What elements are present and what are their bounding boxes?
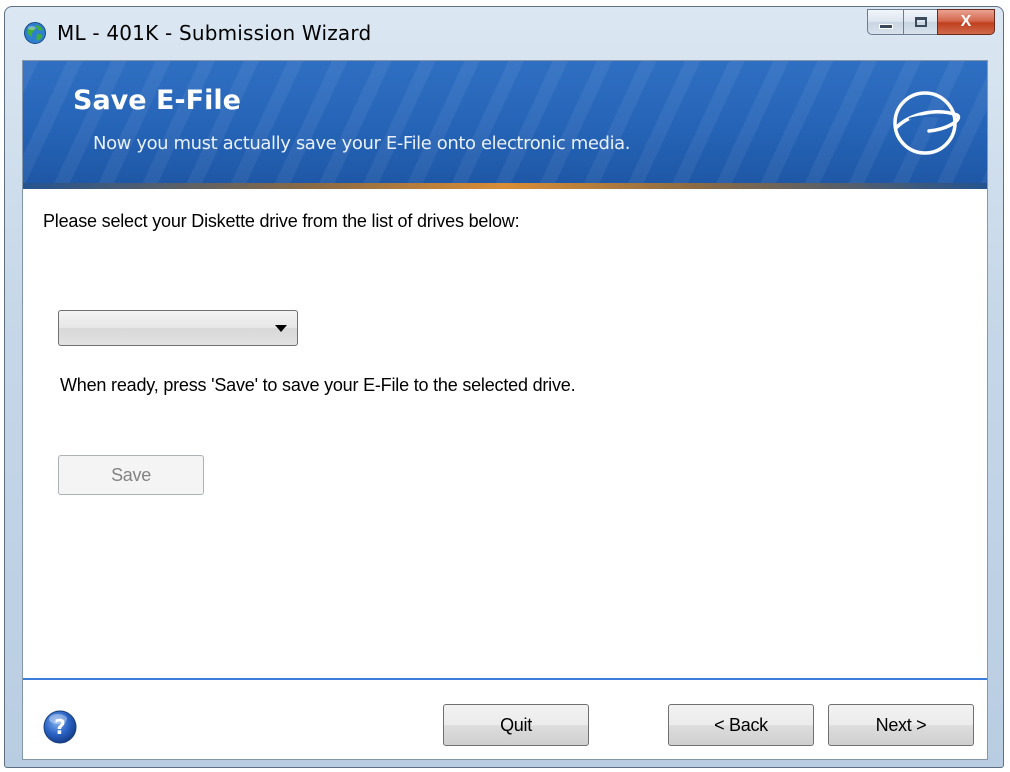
maximize-button[interactable] xyxy=(903,9,937,35)
page-title: Save E-File xyxy=(73,85,241,116)
back-button-label: < Back xyxy=(714,714,768,735)
quit-button-label: Quit xyxy=(500,714,532,735)
quit-button[interactable]: Quit xyxy=(443,704,589,746)
drive-select[interactable] xyxy=(58,310,298,346)
wizard-window: ML - 401K - Submission Wizard X Save E-F… xyxy=(4,6,1004,768)
page-subtitle: Now you must actually save your E-File o… xyxy=(93,133,631,154)
ready-text: When ready, press 'Save' to save your E-… xyxy=(60,375,576,395)
next-button-label: Next > xyxy=(875,714,927,735)
header-banner: Save E-File Now you must actually save y… xyxy=(23,61,987,189)
banner-accent-stripe xyxy=(23,183,987,189)
back-button[interactable]: < Back xyxy=(668,704,814,746)
chevron-down-icon xyxy=(275,325,287,332)
next-button[interactable]: Next > xyxy=(828,704,974,746)
svg-text:?: ? xyxy=(54,715,66,739)
caption-buttons: X xyxy=(867,9,995,35)
minimize-icon xyxy=(878,23,893,29)
footer-divider xyxy=(23,678,987,680)
close-button[interactable]: X xyxy=(937,9,995,35)
help-icon[interactable]: ? xyxy=(42,709,78,745)
minimize-button[interactable] xyxy=(867,9,903,35)
title-bar[interactable]: ML - 401K - Submission Wizard X xyxy=(5,7,1003,63)
e-logo-icon xyxy=(893,91,961,155)
wizard-client-area: Save E-File Now you must actually save y… xyxy=(22,60,988,760)
save-button-label: Save xyxy=(111,464,151,485)
window-title: ML - 401K - Submission Wizard xyxy=(57,21,372,45)
maximize-icon xyxy=(914,17,927,27)
instruction-text: Please select your Diskette drive from t… xyxy=(43,211,520,231)
globe-icon xyxy=(24,22,46,44)
save-button[interactable]: Save xyxy=(58,455,204,495)
close-icon: X xyxy=(960,13,972,30)
